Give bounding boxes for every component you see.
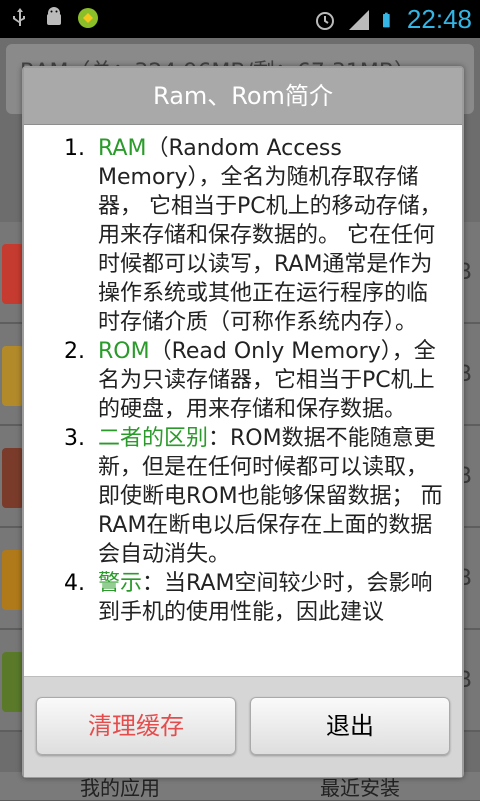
app-icon xyxy=(2,448,24,508)
app-icon xyxy=(2,652,24,712)
app-icon xyxy=(78,8,98,28)
alarm-icon xyxy=(315,11,334,30)
status-time: 22:48 xyxy=(406,4,472,34)
status-bar: 22:48 xyxy=(0,0,480,38)
item-title: 二者的区别 xyxy=(98,426,209,451)
app-icon xyxy=(2,550,24,610)
dialog-title: Ram、Rom简介 xyxy=(24,68,462,125)
signal-icon xyxy=(348,9,369,30)
item-title: 警示 xyxy=(98,571,143,596)
clear-cache-button[interactable]: 清理缓存 xyxy=(36,697,236,755)
exit-button[interactable]: 退出 xyxy=(250,697,450,755)
battery-icon xyxy=(382,12,390,27)
list-item: 3. 二者的区别：ROM数据不能随意更新，但是在任何时候都可以读取，即使断电RO… xyxy=(24,424,462,569)
item-title: RAM xyxy=(98,136,147,161)
app-icon xyxy=(2,346,24,406)
android-debug-icon xyxy=(47,7,61,25)
usb-icon xyxy=(13,8,25,26)
item-text: ：当RAM空间较少时，会影响到手机的使用性能，因此建议 xyxy=(98,571,433,625)
list-item: 4. 警示：当RAM空间较少时，会影响到手机的使用性能，因此建议 xyxy=(24,569,462,627)
item-number: 4. xyxy=(64,571,85,596)
item-number: 3. xyxy=(64,426,85,451)
list-item: 2. ROM（Read Only Memory），全名为只读存储器，它相当于PC… xyxy=(24,337,462,424)
dialog-body[interactable]: 1. RAM（Random Access Memory），全名为随机存取存储器，… xyxy=(24,130,462,682)
item-text: （Read Only Memory），全名为只读存储器，它相当于PC机上的硬盘，… xyxy=(98,339,436,422)
item-number: 2. xyxy=(64,339,85,364)
item-text: （Random Access Memory），全名为随机存取存储器， 它相当于P… xyxy=(98,136,442,335)
info-dialog: Ram、Rom简介 1. RAM（Random Access Memory），全… xyxy=(22,66,464,778)
item-number: 1. xyxy=(64,136,85,161)
app-icon xyxy=(2,244,24,304)
dialog-footer: 清理缓存 退出 xyxy=(24,676,462,777)
item-title: ROM xyxy=(98,339,150,364)
info-list: 1. RAM（Random Access Memory），全名为随机存取存储器，… xyxy=(24,134,462,627)
list-item: 1. RAM（Random Access Memory），全名为随机存取存储器，… xyxy=(24,134,462,337)
